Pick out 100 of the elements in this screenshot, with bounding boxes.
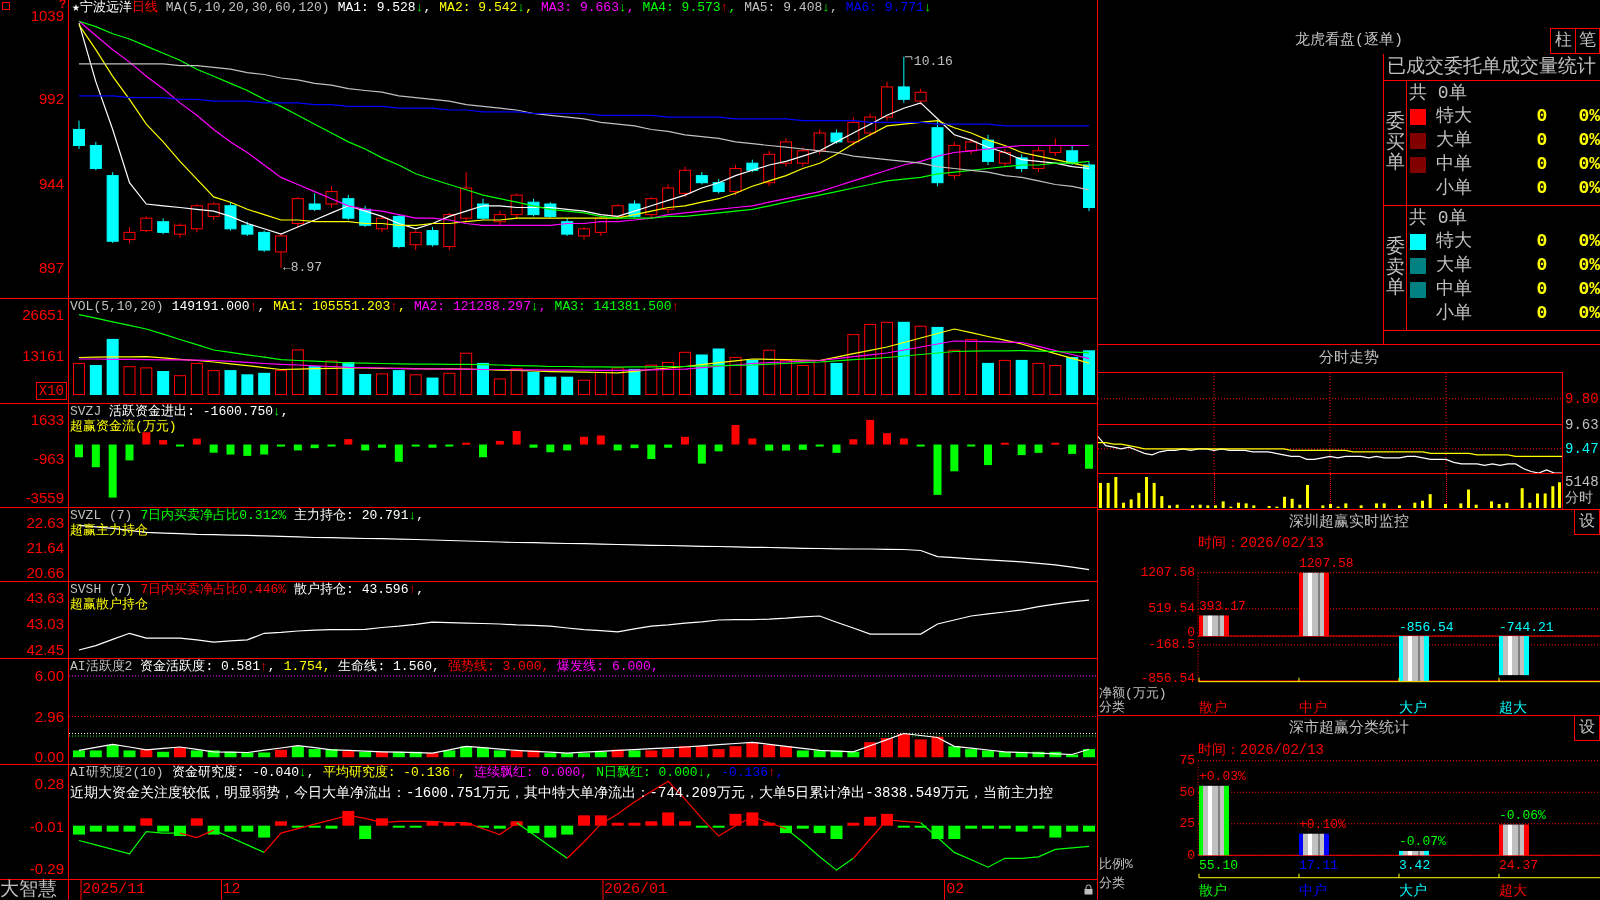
- value-label: -856.54: [1399, 619, 1454, 635]
- date-label: 12: [221, 880, 241, 900]
- indicator-text: SVZJ: [70, 404, 102, 419]
- candlestick: [443, 212, 456, 251]
- order-size-label: 小单: [1436, 303, 1472, 323]
- candlestick: [174, 223, 186, 239]
- order-share: 0%: [1578, 231, 1600, 251]
- axis-label: 21.64: [26, 540, 64, 557]
- brand-label: 大智慧: [0, 880, 57, 900]
- candlestick: [1015, 153, 1028, 173]
- volume-peak-label: 5148: [1565, 474, 1599, 490]
- indicator-text: MA2: 9.542↓,: [439, 0, 533, 15]
- settings-button[interactable]: 设: [1574, 510, 1600, 535]
- axis-title: 比例%: [1099, 856, 1133, 872]
- candlestick: [392, 214, 405, 249]
- candlestick: [897, 56, 910, 104]
- candlestick: [780, 137, 792, 168]
- value-label: 1207.58: [1299, 556, 1354, 572]
- candlestick: [662, 184, 675, 214]
- indicator-text: MA1: 105551.203↑,: [273, 299, 406, 314]
- candlestick: [594, 215, 607, 237]
- category-label: 散户: [1199, 699, 1227, 715]
- candlestick: [813, 129, 826, 155]
- candlestick: [89, 141, 102, 171]
- category-label: 中户: [1299, 883, 1327, 899]
- candlestick: [864, 113, 877, 138]
- candlestick: [291, 196, 304, 228]
- view-toggle-button[interactable]: 柱: [1550, 28, 1575, 54]
- axis-label: 42.45: [26, 642, 64, 659]
- axis-label: 22.63: [26, 515, 64, 532]
- candlestick: [73, 120, 85, 150]
- candlestick: [123, 226, 136, 244]
- candlestick: [695, 171, 708, 185]
- group-label: 委买单: [1385, 111, 1405, 175]
- axis-title: 净额(万元): [1099, 686, 1167, 701]
- candlestick: [746, 159, 759, 173]
- period-label: 日线: [131, 0, 158, 15]
- category-label: 大户: [1399, 699, 1427, 715]
- candlestick: [510, 192, 523, 219]
- candlestick: [931, 120, 944, 187]
- indicator-text: 7日内买卖净占比0.446%: [140, 582, 287, 597]
- candlestick: [157, 217, 170, 235]
- indicator-text: MA6: 9.771↓: [845, 0, 932, 15]
- value-label: -744.21: [1499, 619, 1554, 635]
- order-share: 0%: [1578, 303, 1600, 323]
- category-label: 大户: [1399, 883, 1427, 899]
- panel-title: 深圳超赢实时监控: [1289, 513, 1409, 532]
- value-label: 24.37: [1499, 857, 1538, 873]
- category-label: 散户: [1199, 883, 1227, 899]
- candlestick: [207, 201, 220, 221]
- indicator-text: 强势线: 3.000,: [447, 659, 550, 674]
- order-size-label: 大单: [1436, 130, 1472, 150]
- candlestick: [426, 226, 439, 248]
- candlestick: [881, 81, 893, 122]
- order-size-label: 中单: [1436, 154, 1472, 174]
- indicator-text: SVSH (7): [70, 582, 133, 597]
- order-count: 0: [1536, 231, 1548, 251]
- axis-label: 1633: [30, 411, 64, 428]
- indicator-text: MA1: 9.528↓,: [337, 0, 432, 15]
- candlestick: [998, 148, 1011, 168]
- indicator-text: 7日内买卖净占比0.312%: [140, 508, 287, 523]
- indicator-text: MA5: 9.408↓,: [744, 0, 838, 15]
- axis-label: 43.03: [26, 616, 64, 633]
- axis-label: 519.54: [1148, 601, 1195, 617]
- candlestick: [544, 201, 557, 219]
- indicator-text: 生命线: 1.560,: [338, 659, 440, 674]
- category-label: 超大: [1499, 699, 1527, 715]
- change-label: -0.06%: [1499, 808, 1546, 824]
- order-count: 0: [1536, 303, 1548, 323]
- settings-button[interactable]: 设: [1574, 716, 1600, 741]
- indicator-text: 资金研究度: -0.040↓,: [171, 765, 315, 780]
- order-count: 0: [1536, 106, 1548, 126]
- price-label: 10.16: [913, 54, 953, 70]
- indicator-text: MA4: 9.573↑,: [642, 0, 737, 15]
- axis-label: 9.80: [1565, 390, 1599, 407]
- order-share: 0%: [1578, 279, 1600, 299]
- view-toggle-button[interactable]: 笔: [1575, 28, 1600, 54]
- indicator-text: VOL(5,10,20): [70, 299, 164, 314]
- candlestick: [1066, 144, 1079, 166]
- candlestick: [342, 194, 355, 221]
- price-label: ←8.97: [283, 260, 322, 276]
- change-label: +0.10%: [1299, 817, 1346, 833]
- candlestick: [830, 129, 843, 145]
- axis-label: -963: [33, 451, 64, 468]
- axis-label: -0.01: [29, 819, 64, 836]
- axis-label: 0.28: [34, 776, 64, 793]
- candlestick: [258, 230, 271, 253]
- change-label: -0.07%: [1399, 834, 1446, 850]
- order-share: 0%: [1578, 255, 1600, 275]
- order-share: 0%: [1578, 154, 1600, 174]
- timestamp-label: 时间：2026/02/13: [1198, 742, 1324, 758]
- order-size-label: 特大: [1436, 106, 1472, 126]
- indicator-text: AI研究度2(10): [70, 765, 164, 780]
- date-label: 02: [945, 880, 965, 900]
- axis-label: 13161: [22, 347, 64, 364]
- indicator-text: 主力持仓: 20.791↓,: [294, 508, 425, 523]
- candlestick: [409, 230, 422, 251]
- candlestick: [1049, 137, 1062, 157]
- axis-label: 944: [38, 176, 64, 193]
- candlestick: [796, 146, 809, 168]
